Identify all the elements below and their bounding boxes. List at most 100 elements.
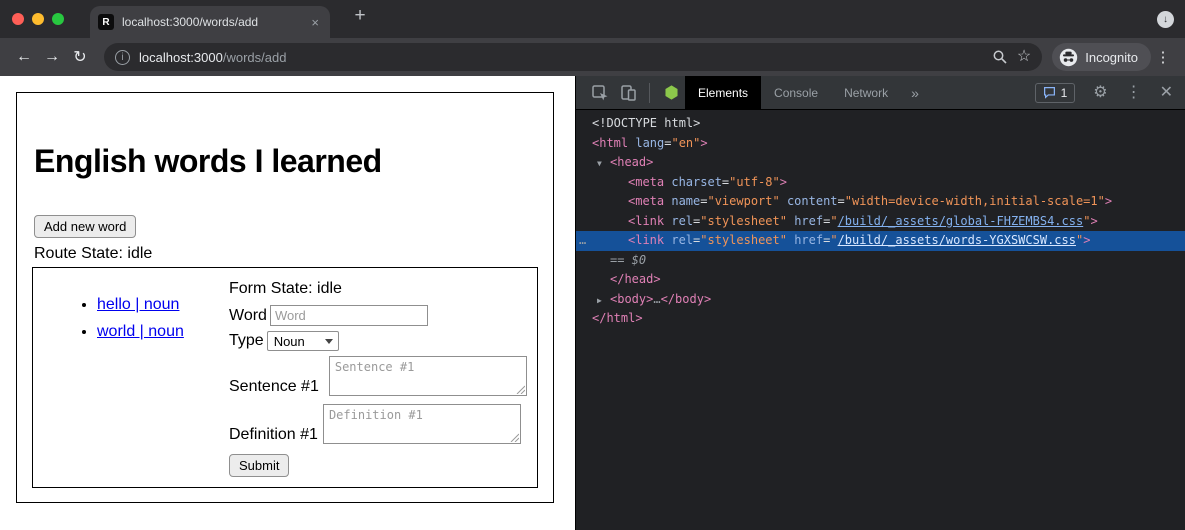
add-new-word-button[interactable]: Add new word: [34, 215, 136, 238]
type-field-row: Type Noun: [229, 331, 339, 351]
token-tag: <body>: [610, 292, 653, 306]
dom-tree-line[interactable]: <meta name="viewport" content="width=dev…: [576, 192, 1185, 212]
window-content: English words I learned Add new word Rou…: [0, 76, 1185, 530]
browser-menu-icon[interactable]: ⋮: [1151, 48, 1175, 66]
dom-tree-line[interactable]: …<link rel="stylesheet" href="/build/_as…: [576, 231, 1185, 251]
dom-tree-line[interactable]: == $0: [576, 251, 1185, 271]
minimize-window-button[interactable]: [32, 13, 44, 25]
incognito-badge: Incognito: [1052, 43, 1151, 71]
sentence-label: Sentence #1: [229, 378, 319, 396]
expand-arrow-closed-icon[interactable]: ▶: [597, 291, 602, 311]
token-tag: <html: [592, 136, 628, 150]
definition-textarea[interactable]: [323, 404, 521, 444]
address-bar[interactable]: i localhost:3000/words/add ☆: [104, 43, 1042, 71]
submit-button[interactable]: Submit: [229, 454, 289, 477]
words-panel: hello | noun world | noun Form State: id…: [32, 267, 538, 488]
dom-tree-line[interactable]: <!DOCTYPE html>: [576, 114, 1185, 134]
token-val: "stylesheet": [700, 214, 787, 228]
sentence-field-row: Sentence #1: [229, 356, 527, 396]
settings-gear-icon[interactable]: ⚙: [1093, 85, 1107, 101]
token-tag: <head>: [610, 155, 653, 169]
issues-counter[interactable]: 1: [1035, 83, 1076, 103]
dom-tree-line[interactable]: <html lang="en">: [576, 134, 1185, 154]
token-val: "stylesheet": [700, 233, 787, 247]
token-ref: == $0: [610, 253, 646, 267]
dom-tree-line[interactable]: </head>: [576, 270, 1185, 290]
token-attr: lang: [628, 136, 664, 150]
token-dim: …: [653, 292, 660, 306]
token-link: /build/_assets/words-YGXSWCSW.css: [838, 233, 1076, 247]
token-tag: <link: [628, 233, 664, 247]
route-state-text: Route State: idle: [34, 245, 152, 263]
site-info-icon[interactable]: i: [115, 50, 130, 65]
token-tag: >: [1083, 233, 1090, 247]
bookmark-star-icon[interactable]: ☆: [1017, 49, 1031, 65]
resize-handle-icon[interactable]: [510, 433, 519, 442]
word-input[interactable]: [270, 305, 428, 326]
word-link-hello[interactable]: hello | noun: [97, 296, 179, 313]
token-tag: <link: [628, 214, 664, 228]
word-field-row: Word: [229, 305, 428, 326]
devtools-menu-icon[interactable]: ⋮: [1126, 85, 1142, 101]
extension-hexagon-icon[interactable]: [657, 84, 685, 101]
dom-tree-line[interactable]: ▼ <head>: [576, 153, 1185, 173]
dom-tree-line[interactable]: <meta charset="utf-8">: [576, 173, 1185, 193]
token-val: "utf-8": [729, 175, 780, 189]
devtools-toolbar: Elements Console Network » 1 ⚙ ⋮ ✕: [576, 76, 1185, 110]
token-tag: >: [1105, 194, 1112, 208]
dom-tree-line[interactable]: <link rel="stylesheet" href="/build/_ass…: [576, 212, 1185, 232]
devtools-close-icon[interactable]: ✕: [1160, 85, 1173, 101]
token-attr: rel: [664, 233, 693, 247]
list-item: world | noun: [97, 323, 184, 341]
word-link-world[interactable]: world | noun: [97, 323, 184, 340]
expand-arrow-open-icon[interactable]: ▼: [597, 154, 602, 174]
devtools-panel: Elements Console Network » 1 ⚙ ⋮ ✕ <!DOC…: [575, 76, 1185, 530]
dom-tree-line[interactable]: </html>: [576, 309, 1185, 329]
word-list: hello | noun world | noun: [33, 296, 184, 350]
definition-label: Definition #1: [229, 426, 318, 444]
type-select[interactable]: Noun: [267, 331, 339, 351]
tab-console[interactable]: Console: [761, 76, 831, 110]
token-attr: rel: [664, 214, 693, 228]
element-options-gutter-icon[interactable]: …: [579, 231, 587, 251]
resize-handle-icon[interactable]: [516, 385, 525, 394]
token-val: ": [830, 233, 837, 247]
tab-close-icon[interactable]: ×: [308, 15, 322, 30]
tab-strip: R localhost:3000/words/add × + ↓: [0, 0, 1185, 38]
zoom-icon[interactable]: [992, 49, 1008, 65]
reload-button[interactable]: ↻: [66, 47, 94, 67]
type-label: Type: [229, 332, 264, 350]
elements-tree: <!DOCTYPE html> <html lang="en">▼ <head> <m…: [576, 110, 1185, 530]
token-attr: content: [780, 194, 838, 208]
token-attr: charset: [664, 175, 722, 189]
back-button[interactable]: ←: [10, 48, 38, 66]
tab-elements[interactable]: Elements: [685, 76, 761, 110]
tab-network[interactable]: Network: [831, 76, 901, 110]
incognito-label: Incognito: [1085, 50, 1138, 65]
token-val: "en": [671, 136, 700, 150]
forward-button[interactable]: →: [38, 48, 66, 66]
token-attr: href: [787, 214, 823, 228]
toolbar-separator: [649, 83, 650, 103]
sentence-textarea[interactable]: [329, 356, 527, 396]
dom-tree-line[interactable]: ▶<body>…</body>: [576, 290, 1185, 310]
token-tag: </html>: [592, 311, 643, 325]
fullscreen-window-button[interactable]: [52, 13, 64, 25]
browser-tab[interactable]: R localhost:3000/words/add ×: [90, 6, 330, 38]
close-window-button[interactable]: [12, 13, 24, 25]
token-val: "viewport": [707, 194, 779, 208]
download-arrow-glyph: ↓: [1163, 14, 1168, 25]
more-tabs-icon[interactable]: »: [901, 85, 929, 101]
download-indicator-icon[interactable]: ↓: [1157, 11, 1174, 28]
token-doctype: <!DOCTYPE html>: [592, 116, 700, 130]
token-attr: name: [664, 194, 700, 208]
token-val: ": [830, 214, 837, 228]
new-tab-button[interactable]: +: [346, 5, 374, 27]
device-toolbar-icon[interactable]: [614, 84, 642, 102]
token-attr: href: [787, 233, 823, 247]
form-state-text: Form State: idle: [229, 280, 342, 298]
token-val: "width=device-width,initial-scale=1": [845, 194, 1105, 208]
devtools-toolbar-right: 1 ⚙ ⋮ ✕: [1035, 83, 1185, 103]
inspect-icon[interactable]: [586, 84, 614, 102]
token-tag: <meta: [628, 175, 664, 189]
